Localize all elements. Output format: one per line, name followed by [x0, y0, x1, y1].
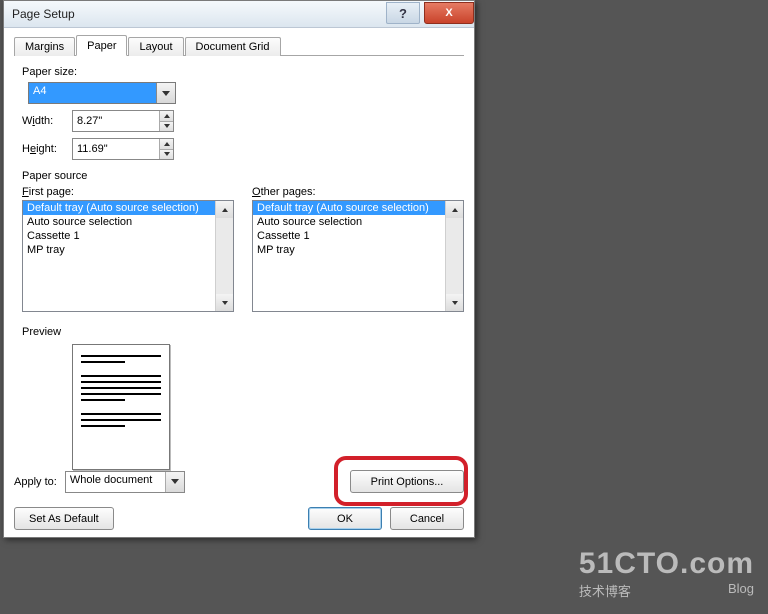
height-label: Height: — [22, 143, 72, 155]
scrollbar[interactable] — [215, 201, 233, 311]
paper-source-group: Paper source First page: Default tray (A… — [22, 170, 464, 312]
chevron-down-icon — [162, 91, 170, 96]
title-bar[interactable]: Page Setup ? X — [4, 1, 474, 28]
tab-margins[interactable]: Margins — [14, 37, 75, 56]
other-pages-listbox[interactable]: Default tray (Auto source selection) Aut… — [252, 200, 464, 312]
list-item[interactable]: MP tray — [23, 243, 233, 257]
apply-to-value: Whole document — [66, 472, 165, 492]
chevron-up-icon — [222, 208, 228, 212]
help-button[interactable]: ? — [386, 2, 420, 24]
preview-page-icon — [72, 344, 170, 470]
height-spinner[interactable] — [72, 138, 174, 160]
list-item[interactable]: Default tray (Auto source selection) — [253, 201, 463, 215]
chevron-up-icon — [164, 142, 170, 146]
chevron-down-icon — [164, 152, 170, 156]
list-item[interactable]: Cassette 1 — [253, 229, 463, 243]
apply-to-combo[interactable]: Whole document — [65, 471, 185, 493]
other-pages-label: Other pages: — [252, 186, 464, 198]
page-setup-dialog: Page Setup ? X Margins Paper Layout Docu… — [3, 0, 475, 538]
cancel-button[interactable]: Cancel — [390, 507, 464, 530]
chevron-down-icon — [164, 124, 170, 128]
width-spin-up[interactable] — [160, 111, 173, 121]
scroll-up[interactable] — [446, 201, 463, 218]
scrollbar[interactable] — [445, 201, 463, 311]
preview-label: Preview — [22, 326, 464, 338]
list-item[interactable]: Cassette 1 — [23, 229, 233, 243]
apply-to-label: Apply to: — [14, 476, 57, 488]
list-item[interactable]: Auto source selection — [253, 215, 463, 229]
tab-paper[interactable]: Paper — [76, 35, 127, 56]
chevron-down-icon — [222, 301, 228, 305]
first-page-label: First page: — [22, 186, 234, 198]
paper-size-dropdown-button[interactable] — [156, 83, 175, 103]
set-as-default-button[interactable]: Set As Default — [14, 507, 114, 530]
watermark: 51CTO.com 技术博客 Blog — [579, 547, 754, 600]
close-button[interactable]: X — [424, 2, 474, 24]
list-item[interactable]: MP tray — [253, 243, 463, 257]
chevron-up-icon — [452, 208, 458, 212]
preview-group: Preview — [22, 326, 464, 470]
scroll-down[interactable] — [446, 294, 463, 311]
paper-size-value: A4 — [29, 83, 156, 103]
scroll-down[interactable] — [216, 294, 233, 311]
height-spin-down[interactable] — [160, 149, 173, 160]
width-label: Width: — [22, 115, 72, 127]
chevron-up-icon — [164, 114, 170, 118]
chevron-down-icon — [171, 479, 179, 484]
list-item[interactable]: Auto source selection — [23, 215, 233, 229]
ok-button[interactable]: OK — [308, 507, 382, 530]
width-spinner[interactable] — [72, 110, 174, 132]
tab-document-grid[interactable]: Document Grid — [185, 37, 281, 56]
paper-size-combo[interactable]: A4 — [28, 82, 176, 104]
print-options-button[interactable]: Print Options... — [350, 470, 464, 493]
width-input[interactable] — [73, 111, 159, 131]
tab-bar: Margins Paper Layout Document Grid — [14, 34, 464, 56]
width-spin-down[interactable] — [160, 121, 173, 132]
height-spin-up[interactable] — [160, 139, 173, 149]
tab-layout[interactable]: Layout — [128, 37, 183, 56]
paper-size-label: Paper size: — [22, 66, 464, 78]
height-input[interactable] — [73, 139, 159, 159]
apply-to-dropdown-button[interactable] — [165, 472, 184, 492]
chevron-down-icon — [452, 301, 458, 305]
list-item[interactable]: Default tray (Auto source selection) — [23, 201, 233, 215]
dialog-title: Page Setup — [12, 7, 75, 21]
scroll-up[interactable] — [216, 201, 233, 218]
first-page-listbox[interactable]: Default tray (Auto source selection) Aut… — [22, 200, 234, 312]
paper-size-group: Paper size: A4 Width: Height: — [22, 66, 464, 160]
bottom-bar: Apply to: Whole document Print Options..… — [14, 470, 464, 530]
paper-source-label: Paper source — [22, 170, 464, 182]
